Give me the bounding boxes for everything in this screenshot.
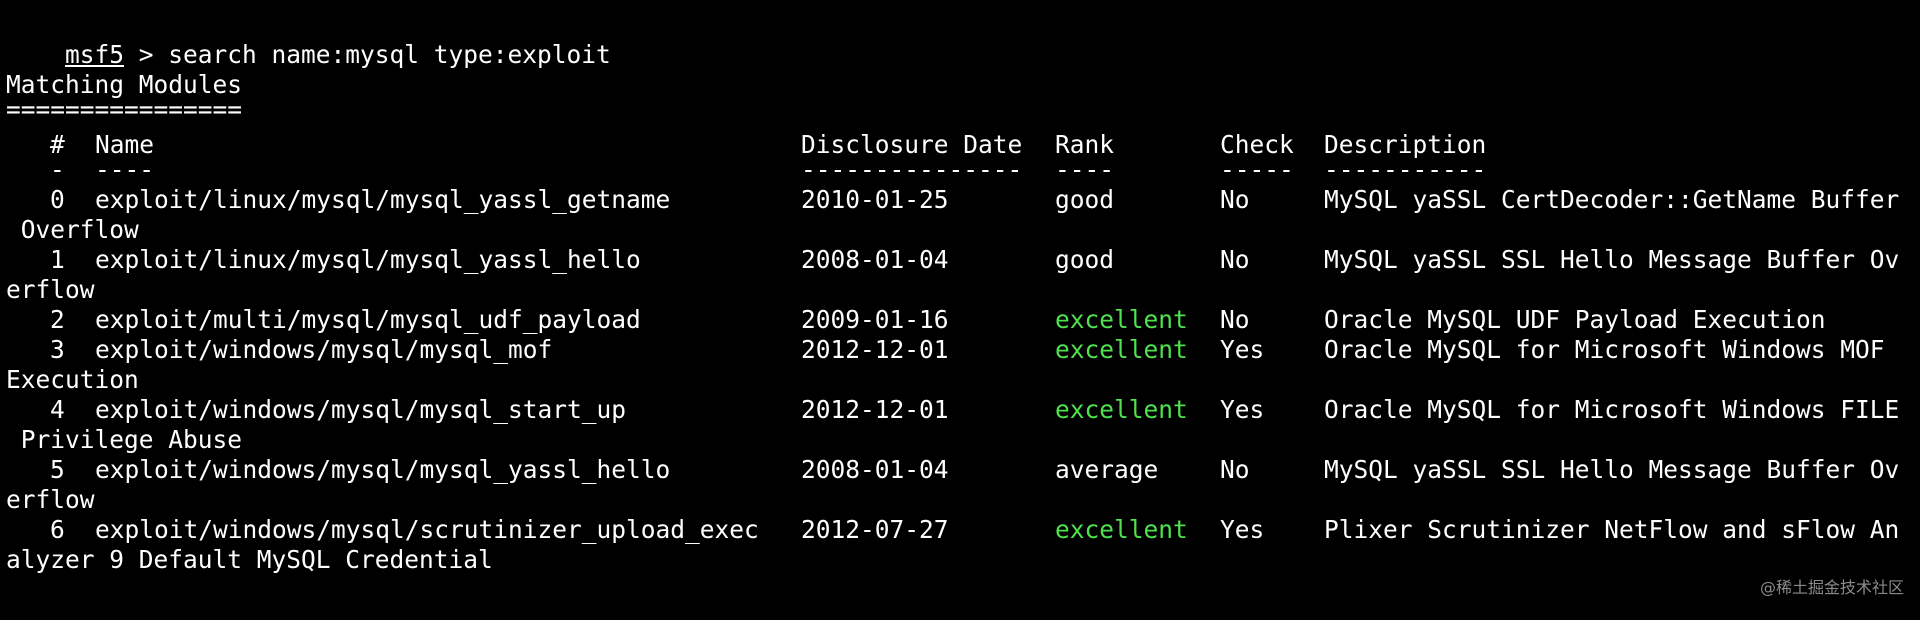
- prompt-command: search name:mysql type:exploit: [168, 40, 611, 69]
- row-rank: excellent: [1055, 395, 1188, 424]
- terminal-output[interactable]: msf5 > search name:mysql type:exploit Ma…: [6, 0, 1920, 620]
- row-description: Plixer Scrutinizer NetFlow and sFlow An: [1324, 515, 1900, 544]
- row-module-name: exploit/linux/mysql/mysql_yassl_hello: [95, 245, 641, 274]
- row-check: Yes: [1220, 395, 1265, 424]
- row-description: Oracle MySQL for Microsoft Windows FILE: [1324, 395, 1900, 424]
- row-rank: excellent: [1055, 305, 1188, 334]
- prompt-name: msf5: [65, 40, 125, 69]
- row-check: No: [1220, 455, 1250, 484]
- heading-underline: ================: [6, 95, 243, 124]
- row-module-name: exploit/windows/mysql/mysql_yassl_hello: [95, 455, 671, 484]
- separator-name: ----: [95, 155, 155, 184]
- row-disclosure-date: 2010-01-25: [801, 185, 949, 214]
- separator-date: ---------------: [801, 155, 1023, 184]
- row-disclosure-date: 2012-12-01: [801, 395, 949, 424]
- row-num: 1: [50, 245, 65, 274]
- row-description-wrap: Execution: [6, 365, 139, 394]
- row-module-name: exploit/multi/mysql/mysql_udf_payload: [95, 305, 641, 334]
- row-rank: excellent: [1055, 335, 1188, 364]
- row-description-wrap: alyzer 9 Default MySQL Credential: [6, 545, 493, 574]
- separator-description: -----------: [1324, 155, 1487, 184]
- row-description: Oracle MySQL UDF Payload Execution: [1324, 305, 1826, 334]
- row-num: 2: [50, 305, 65, 334]
- row-rank: excellent: [1055, 515, 1188, 544]
- table-separator-row: - ---- --------------- ---- ----- ------…: [6, 155, 1486, 185]
- row-check: No: [1220, 305, 1250, 334]
- separator-rank: ----: [1055, 155, 1115, 184]
- row-check: No: [1220, 185, 1250, 214]
- prompt-symbol: >: [124, 40, 169, 69]
- row-num: 5: [50, 455, 65, 484]
- row-num: 6: [50, 515, 65, 544]
- row-description: Oracle MySQL for Microsoft Windows MOF: [1324, 335, 1885, 364]
- row-disclosure-date: 2012-12-01: [801, 335, 949, 364]
- row-check: Yes: [1220, 515, 1265, 544]
- row-disclosure-date: 2008-01-04: [801, 245, 949, 274]
- row-description-wrap: Overflow: [6, 215, 139, 244]
- row-num: 4: [50, 395, 65, 424]
- row-description: MySQL yaSSL CertDecoder::GetName Buffer: [1324, 185, 1900, 214]
- row-description-wrap: Privilege Abuse: [6, 425, 243, 454]
- row-rank: good: [1055, 185, 1115, 214]
- row-rank: average: [1055, 455, 1159, 484]
- row-module-name: exploit/windows/mysql/mysql_mof: [95, 335, 553, 364]
- row-description: MySQL yaSSL SSL Hello Message Buffer Ov: [1324, 455, 1900, 484]
- row-module-name: exploit/windows/mysql/mysql_start_up: [95, 395, 627, 424]
- row-module-name: exploit/windows/mysql/scrutinizer_upload…: [95, 515, 759, 544]
- row-check: No: [1220, 245, 1250, 274]
- row-num: 0: [50, 185, 65, 214]
- row-module-name: exploit/linux/mysql/mysql_yassl_getname: [95, 185, 671, 214]
- row-disclosure-date: 2012-07-27: [801, 515, 949, 544]
- separator-num: -: [50, 155, 65, 184]
- row-disclosure-date: 2008-01-04: [801, 455, 949, 484]
- row-check: Yes: [1220, 335, 1265, 364]
- row-description-wrap: erflow: [6, 485, 95, 514]
- row-description-wrap: erflow: [6, 275, 95, 304]
- row-disclosure-date: 2009-01-16: [801, 305, 949, 334]
- prompt-line: msf5 > search name:mysql type:exploit: [6, 10, 611, 69]
- row-description: MySQL yaSSL SSL Hello Message Buffer Ov: [1324, 245, 1900, 274]
- row-num: 3: [50, 335, 65, 364]
- watermark: @稀土掘金技术社区: [1759, 578, 1904, 597]
- row-rank: good: [1055, 245, 1115, 274]
- separator-check: -----: [1220, 155, 1294, 184]
